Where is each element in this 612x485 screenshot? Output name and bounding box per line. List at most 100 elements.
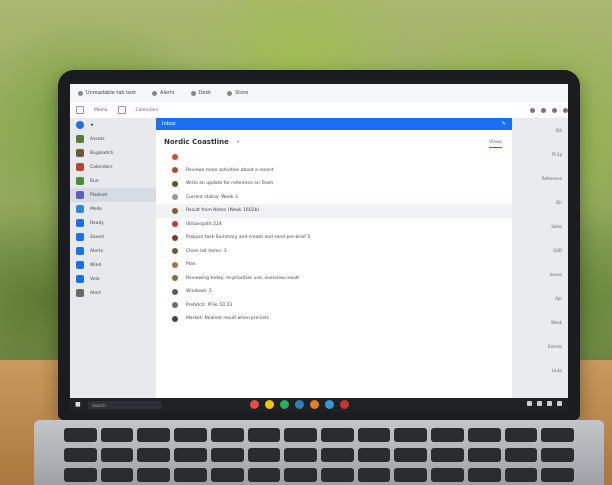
right-panel-item[interactable]: Q4D bbox=[512, 238, 568, 262]
volume-icon[interactable] bbox=[537, 401, 542, 406]
taskbar-app-icon[interactable] bbox=[340, 400, 349, 409]
list-item[interactable]: Prepare task Summary and create and send… bbox=[156, 231, 512, 245]
main-header-bar: Inbox ✎ bbox=[156, 118, 512, 130]
sidebar-item[interactable]: Alert bbox=[70, 286, 156, 300]
sidebar-item[interactable]: Run bbox=[70, 174, 156, 188]
taskbar-app-icon[interactable] bbox=[280, 400, 289, 409]
keyboard-key bbox=[100, 468, 134, 482]
toolbar-item[interactable]: Calendars bbox=[136, 108, 159, 113]
network-icon[interactable] bbox=[527, 401, 532, 406]
right-panel-item[interactable]: 5th bbox=[512, 118, 568, 142]
browser-tab[interactable]: Desk bbox=[183, 90, 219, 96]
message-list: Reviews more activities about a recent Wr… bbox=[156, 150, 512, 326]
tab-favicon-icon bbox=[152, 90, 158, 96]
item-icon bbox=[76, 205, 84, 213]
keyboard-key bbox=[394, 448, 428, 462]
taskbar-app-icon[interactable] bbox=[310, 400, 319, 409]
folder-icon[interactable] bbox=[117, 106, 126, 114]
list-item[interactable]: Reviews more activities about a recent bbox=[156, 164, 512, 178]
browser-tab[interactable]: Store bbox=[219, 90, 256, 96]
list-item-text: Plan bbox=[186, 262, 196, 268]
start-icon[interactable]: ■ bbox=[75, 401, 81, 408]
keyboard-key bbox=[357, 428, 391, 442]
list-item[interactable]: Current status: Week 3 bbox=[156, 191, 512, 205]
item-avatar-icon bbox=[172, 234, 178, 241]
sidebar-item[interactable]: Ready bbox=[70, 216, 156, 230]
grid-icon[interactable] bbox=[76, 106, 84, 114]
list-item[interactable]: Reviewing today, re-prioritize use, over… bbox=[156, 272, 512, 286]
sidebar-item[interactable]: Bugsketch bbox=[70, 146, 156, 160]
keyboard-key bbox=[541, 448, 574, 462]
taskbar-app-icon[interactable] bbox=[295, 400, 304, 409]
sidebar-item[interactable]: Wind bbox=[70, 258, 156, 272]
compose-icon[interactable]: ✎ bbox=[502, 121, 506, 127]
right-panel-item[interactable]: Entries bbox=[512, 334, 568, 358]
keyboard bbox=[64, 428, 574, 484]
sidebar-item[interactable]: ★ bbox=[70, 118, 156, 132]
keyboard-key bbox=[321, 448, 354, 462]
list-item[interactable]: Clean list items: 3 bbox=[156, 245, 512, 259]
keyboard-key bbox=[467, 468, 501, 482]
clock-icon[interactable] bbox=[557, 401, 562, 406]
header-label[interactable]: Inbox bbox=[162, 121, 176, 127]
item-avatar-icon bbox=[172, 207, 178, 214]
right-panel-item[interactable]: Reference bbox=[512, 166, 568, 190]
sidebar-item[interactable]: Mello bbox=[70, 202, 156, 216]
keyboard-key bbox=[174, 448, 207, 462]
right-panel-item[interactable]: Issues bbox=[512, 262, 568, 286]
list-item[interactable]: Plan bbox=[156, 258, 512, 272]
right-panel-item[interactable]: Apr bbox=[512, 286, 568, 310]
sidebar-item[interactable]: Pixelset bbox=[70, 188, 156, 202]
browser-tab[interactable]: Alerts bbox=[144, 90, 183, 96]
toolbar-item[interactable]: Media bbox=[94, 108, 108, 113]
user-icon[interactable] bbox=[552, 107, 557, 113]
keyboard-key bbox=[541, 468, 574, 482]
item-avatar-icon bbox=[172, 288, 178, 295]
taskbar-app-icon[interactable] bbox=[265, 400, 274, 409]
menu-icon[interactable] bbox=[563, 107, 568, 113]
list-item[interactable]: Result from Notes (Week 1602b) bbox=[156, 204, 512, 218]
settings-icon[interactable] bbox=[530, 107, 535, 113]
list-item-text: Clean list items: 3 bbox=[186, 248, 227, 254]
list-item[interactable]: Utilize/path 224 bbox=[156, 218, 512, 232]
app-toolbar: Media Calendars bbox=[70, 102, 568, 119]
sidebar-item[interactable]: Alerts bbox=[70, 244, 156, 258]
keyboard-key bbox=[100, 428, 134, 442]
bell-icon[interactable] bbox=[541, 107, 546, 113]
right-panel-item[interactable]: Pl 2p bbox=[512, 142, 568, 166]
list-item[interactable] bbox=[156, 150, 512, 164]
list-item[interactable]: Market: Nearest result when pre-lists bbox=[156, 312, 512, 326]
list-item[interactable]: Prefetch: PFile 50 23 bbox=[156, 299, 512, 313]
chevron-down-icon[interactable]: ▾ bbox=[237, 140, 239, 145]
battery-icon[interactable] bbox=[547, 401, 552, 406]
list-item[interactable]: Windows: 5 bbox=[156, 285, 512, 299]
right-panel-item[interactable]: Sales bbox=[512, 214, 568, 238]
sidebar-item[interactable]: Saved bbox=[70, 230, 156, 244]
sidebar-item[interactable]: Assets bbox=[70, 132, 156, 146]
keyboard-key bbox=[210, 468, 244, 482]
keyboard-key bbox=[100, 448, 134, 462]
system-tray bbox=[527, 401, 562, 406]
item-avatar-icon bbox=[172, 315, 178, 322]
list-item-text: Current status: Week 3 bbox=[186, 194, 238, 200]
right-panel-item[interactable]: Links bbox=[512, 358, 568, 382]
list-item-text: Result from Notes (Week 1602b) bbox=[186, 208, 260, 214]
item-icon bbox=[76, 233, 84, 241]
sidebar-item[interactable]: Calendars bbox=[70, 160, 156, 174]
list-item-text: Reviews more activities about a recent bbox=[186, 167, 274, 173]
keyboard-key bbox=[64, 468, 97, 482]
taskbar-apps bbox=[250, 400, 349, 409]
list-item-text: Prepare task Summary and create and send… bbox=[186, 235, 311, 241]
taskbar-app-icon[interactable] bbox=[325, 400, 334, 409]
taskbar-app-icon[interactable] bbox=[250, 400, 259, 409]
keyboard-key bbox=[467, 448, 501, 462]
filter-dropdown[interactable]: Views bbox=[488, 140, 502, 148]
right-panel-item[interactable]: Week bbox=[512, 310, 568, 334]
browser-tab[interactable]: Unreadable tab text bbox=[70, 90, 144, 96]
item-avatar-icon bbox=[172, 302, 178, 309]
right-panel-item[interactable]: Dir bbox=[512, 190, 568, 214]
taskbar-search[interactable]: Search bbox=[88, 401, 162, 409]
list-item[interactable]: Write an update for reference on Team bbox=[156, 177, 512, 191]
keyboard-key bbox=[64, 428, 97, 442]
sidebar-item[interactable]: Velo bbox=[70, 272, 156, 286]
